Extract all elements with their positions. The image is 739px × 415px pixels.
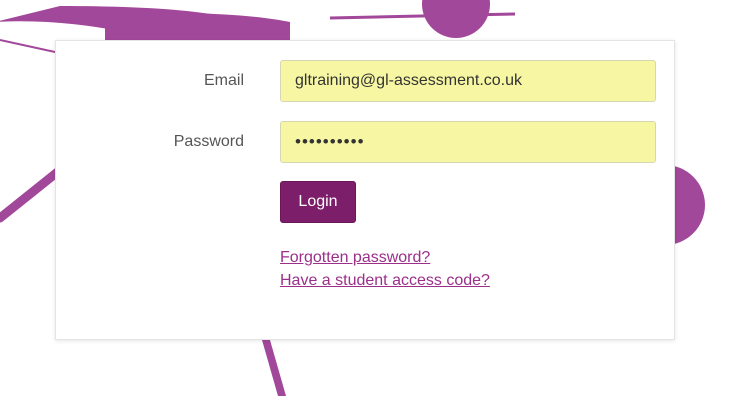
email-field[interactable] [280,60,656,102]
help-links: Forgotten password? Have a student acces… [280,246,490,292]
password-label: Password [173,133,244,150]
password-row: Password [56,121,676,163]
student-access-code-link[interactable]: Have a student access code? [280,269,490,292]
login-panel: Email Password Login Forgotten password?… [55,40,675,340]
decor-wedge-bottom [262,340,286,396]
login-button[interactable]: Login [280,181,356,223]
decor-circle-top-right [422,0,490,38]
login-page: Email Password Login Forgotten password?… [0,0,739,415]
password-field[interactable] [280,121,656,163]
email-row: Email [56,60,676,102]
decor-shape-top-centre [105,13,290,43]
forgot-password-link[interactable]: Forgotten password? [280,246,490,269]
email-label: Email [203,72,244,89]
